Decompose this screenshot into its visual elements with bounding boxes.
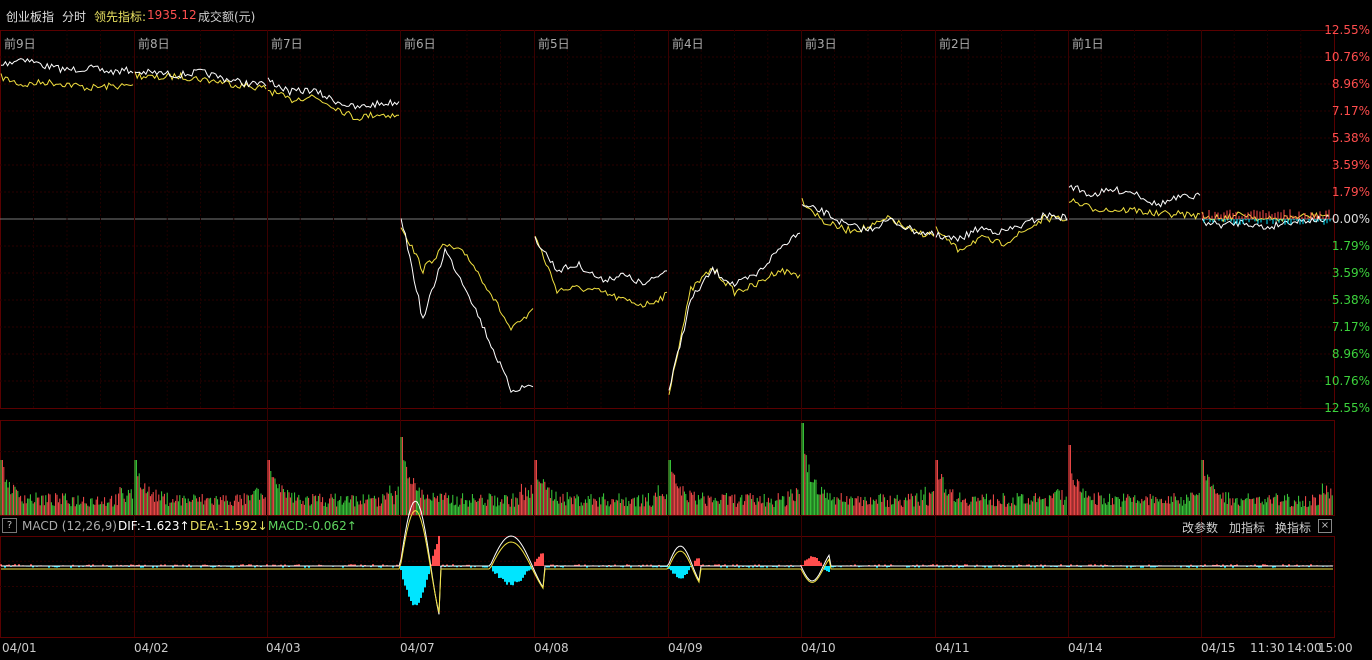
y-axis-label: 5.38% <box>1331 131 1370 145</box>
macd-title[interactable]: MACD (12,26,9) <box>22 519 117 533</box>
day-label: 前2日 <box>939 37 971 51</box>
x-axis-label: 04/08 <box>534 641 569 655</box>
y-axis-label: 1.79% <box>1331 185 1370 199</box>
x-axis-label: 04/02 <box>134 641 169 655</box>
y-axis-label: 8.96% <box>1331 77 1370 91</box>
x-axis-label: 15:00 <box>1318 641 1353 655</box>
x-axis-label: 04/11 <box>935 641 970 655</box>
help-icon[interactable]: ? <box>2 518 17 533</box>
x-axis-label: 04/01 <box>2 641 37 655</box>
macd-dea: DEA:-1.592↓ <box>190 519 268 533</box>
day-label: 前7日 <box>271 37 303 51</box>
y-axis-label: 7.17% <box>1331 104 1370 118</box>
x-axis-label: 04/15 <box>1201 641 1236 655</box>
y-axis-label: 1.79% <box>1331 239 1370 253</box>
y-axis-label: 7.17% <box>1331 320 1370 334</box>
x-axis-label: 04/09 <box>668 641 703 655</box>
macd-toolbar: ? MACD (12,26,9) DIF:-1.623↑ DEA:-1.592↓… <box>0 517 1334 535</box>
macd-value: MACD:-0.062↑ <box>268 519 357 533</box>
y-axis-label: 0.00% <box>1331 212 1370 226</box>
add-indicator-button[interactable]: 加指标 <box>1229 519 1265 536</box>
y-axis-label: 5.38% <box>1331 293 1370 307</box>
day-label: 前8日 <box>138 37 170 51</box>
day-label: 前3日 <box>805 37 837 51</box>
x-axis-label: 14:00 <box>1287 641 1322 655</box>
y-axis-label: 8.96% <box>1331 347 1370 361</box>
close-icon[interactable]: × <box>1318 519 1332 533</box>
y-axis-label: 10.76% <box>1324 374 1370 388</box>
x-axis-label: 11:30 <box>1250 641 1285 655</box>
day-label: 前5日 <box>538 37 570 51</box>
x-axis-label: 04/10 <box>801 641 836 655</box>
change-params-button[interactable]: 改参数 <box>1182 519 1218 536</box>
y-axis-label: 12.55% <box>1324 401 1370 415</box>
day-label: 前9日 <box>4 37 36 51</box>
y-axis-label: 3.59% <box>1331 158 1370 172</box>
x-axis-label: 04/07 <box>400 641 435 655</box>
intraday-chart[interactable] <box>0 0 1372 660</box>
y-axis-label: 10.76% <box>1324 50 1370 64</box>
day-label: 前1日 <box>1072 37 1104 51</box>
y-axis-label: 3.59% <box>1331 266 1370 280</box>
x-axis-label: 04/14 <box>1068 641 1103 655</box>
switch-indicator-button[interactable]: 换指标 <box>1275 519 1311 536</box>
x-axis-label: 04/03 <box>266 641 301 655</box>
day-label: 前6日 <box>404 37 436 51</box>
macd-dif: DIF:-1.623↑ <box>118 519 190 533</box>
day-label: 前4日 <box>672 37 704 51</box>
y-axis-label: 12.55% <box>1324 23 1370 37</box>
